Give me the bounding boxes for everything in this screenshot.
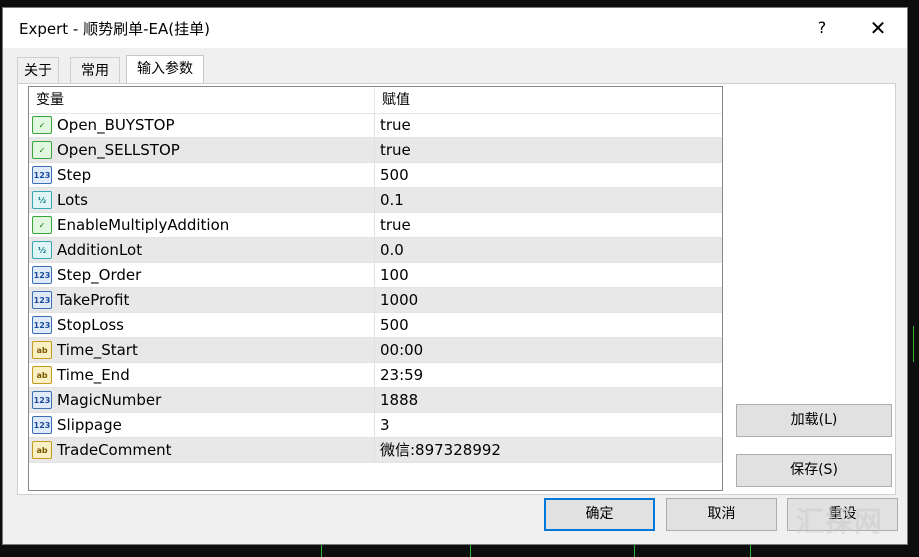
parameter-value[interactable]: 0.1	[380, 188, 404, 213]
parameter-value[interactable]: 23:59	[380, 363, 423, 388]
column-divider	[374, 388, 375, 413]
column-divider	[374, 338, 375, 363]
column-divider	[374, 438, 375, 463]
column-divider	[374, 263, 375, 288]
string-icon: ab	[32, 441, 52, 459]
parameter-row[interactable]: ✓ Open_BUYSTOP true	[29, 113, 722, 138]
column-divider	[374, 238, 375, 263]
column-divider	[374, 138, 375, 163]
parameter-row[interactable]: ab Time_Start 00:00	[29, 338, 722, 363]
column-header-variable[interactable]: 变量	[29, 87, 374, 113]
parameter-row[interactable]: 123 Slippage 3	[29, 413, 722, 438]
string-icon: ab	[32, 366, 52, 384]
ok-button[interactable]: 确定	[544, 498, 655, 531]
parameter-row[interactable]: ab Time_End 23:59	[29, 363, 722, 388]
int-icon: 123	[32, 166, 52, 184]
column-divider	[374, 413, 375, 438]
double-icon: ½	[32, 191, 52, 209]
parameter-row[interactable]: ½ Lots 0.1	[29, 188, 722, 213]
column-divider	[374, 288, 375, 313]
close-icon[interactable]: ✕	[856, 14, 900, 42]
parameter-row[interactable]: ½ AdditionLot 0.0	[29, 238, 722, 263]
parameter-name: TakeProfit	[57, 291, 130, 309]
parameter-value[interactable]: 00:00	[380, 338, 423, 363]
int-icon: 123	[32, 266, 52, 284]
help-icon[interactable]: ?	[800, 14, 844, 42]
title-bar[interactable]: Expert - 顺势刷单-EA(挂单) ? ✕	[3, 8, 907, 48]
parameter-value[interactable]: 3	[380, 413, 390, 438]
chart-line	[913, 326, 914, 362]
parameter-name: Step_Order	[57, 266, 142, 284]
tab-inputs[interactable]: 输入参数	[126, 55, 204, 84]
int-icon: 123	[32, 316, 52, 334]
parameter-name: MagicNumber	[57, 391, 162, 409]
string-icon: ab	[32, 341, 52, 359]
parameter-name: AdditionLot	[57, 241, 143, 259]
bool-icon: ✓	[32, 116, 52, 134]
parameters-grid[interactable]: 变量 赋值 ✓ Open_BUYSTOP true ✓ Open_SELLSTOP tru…	[28, 86, 723, 491]
parameter-row[interactable]: ✓ Open_SELLSTOP true	[29, 138, 722, 163]
parameter-name: Slippage	[57, 416, 122, 434]
parameter-value[interactable]: true	[380, 213, 411, 238]
parameter-name: StopLoss	[57, 316, 125, 334]
parameter-name: Time_End	[57, 366, 130, 384]
chart-line	[321, 545, 322, 557]
parameter-name: EnableMultiplyAddition	[57, 216, 230, 234]
chart-line	[470, 545, 471, 557]
double-icon: ½	[32, 241, 52, 259]
column-divider	[374, 313, 375, 338]
parameter-row[interactable]: ab TradeComment 微信:897328992	[29, 438, 722, 463]
column-divider	[374, 213, 375, 238]
cancel-button[interactable]: 取消	[666, 498, 777, 531]
parameter-value[interactable]: 1888	[380, 388, 418, 413]
column-header-value[interactable]: 赋值	[375, 87, 722, 113]
parameter-row[interactable]: 123 Step 500	[29, 163, 722, 188]
parameter-name: Lots	[57, 191, 88, 209]
parameter-row[interactable]: 123 TakeProfit 1000	[29, 288, 722, 313]
bool-icon: ✓	[32, 216, 52, 234]
parameter-value[interactable]: 500	[380, 313, 409, 338]
column-divider	[374, 163, 375, 188]
int-icon: 123	[32, 291, 52, 309]
load-button[interactable]: 加载(L)	[736, 404, 892, 437]
bool-icon: ✓	[32, 141, 52, 159]
watermark-logo: 汇探网	[796, 505, 884, 538]
int-icon: 123	[32, 416, 52, 434]
int-icon: 123	[32, 391, 52, 409]
parameter-name: Open_SELLSTOP	[57, 141, 180, 159]
parameter-name: Time_Start	[57, 341, 138, 359]
chart-line	[750, 545, 751, 557]
parameter-row[interactable]: ✓ EnableMultiplyAddition true	[29, 213, 722, 238]
parameter-name: Step	[57, 166, 92, 184]
parameter-row[interactable]: 123 Step_Order 100	[29, 263, 722, 288]
parameter-value[interactable]: true	[380, 138, 411, 163]
column-divider	[374, 363, 375, 388]
column-divider	[374, 188, 375, 213]
save-button[interactable]: 保存(S)	[736, 454, 892, 487]
parameter-value[interactable]: 1000	[380, 288, 418, 313]
tab-about[interactable]: 关于	[17, 57, 59, 83]
parameter-value[interactable]: 0.0	[380, 238, 404, 263]
column-divider	[374, 113, 375, 138]
parameter-value[interactable]: 微信:897328992	[380, 438, 501, 463]
parameter-value[interactable]: 100	[380, 263, 409, 288]
parameter-name: Open_BUYSTOP	[57, 116, 175, 134]
parameter-name: TradeComment	[57, 441, 172, 459]
chart-line	[634, 545, 635, 557]
tab-common[interactable]: 常用	[70, 57, 120, 83]
parameter-value[interactable]: true	[380, 113, 411, 138]
parameter-value[interactable]: 500	[380, 163, 409, 188]
window-title: Expert - 顺势刷单-EA(挂单)	[19, 20, 210, 38]
parameter-row[interactable]: 123 MagicNumber 1888	[29, 388, 722, 413]
parameter-row[interactable]: 123 StopLoss 500	[29, 313, 722, 338]
grid-header: 变量 赋值	[29, 87, 722, 114]
